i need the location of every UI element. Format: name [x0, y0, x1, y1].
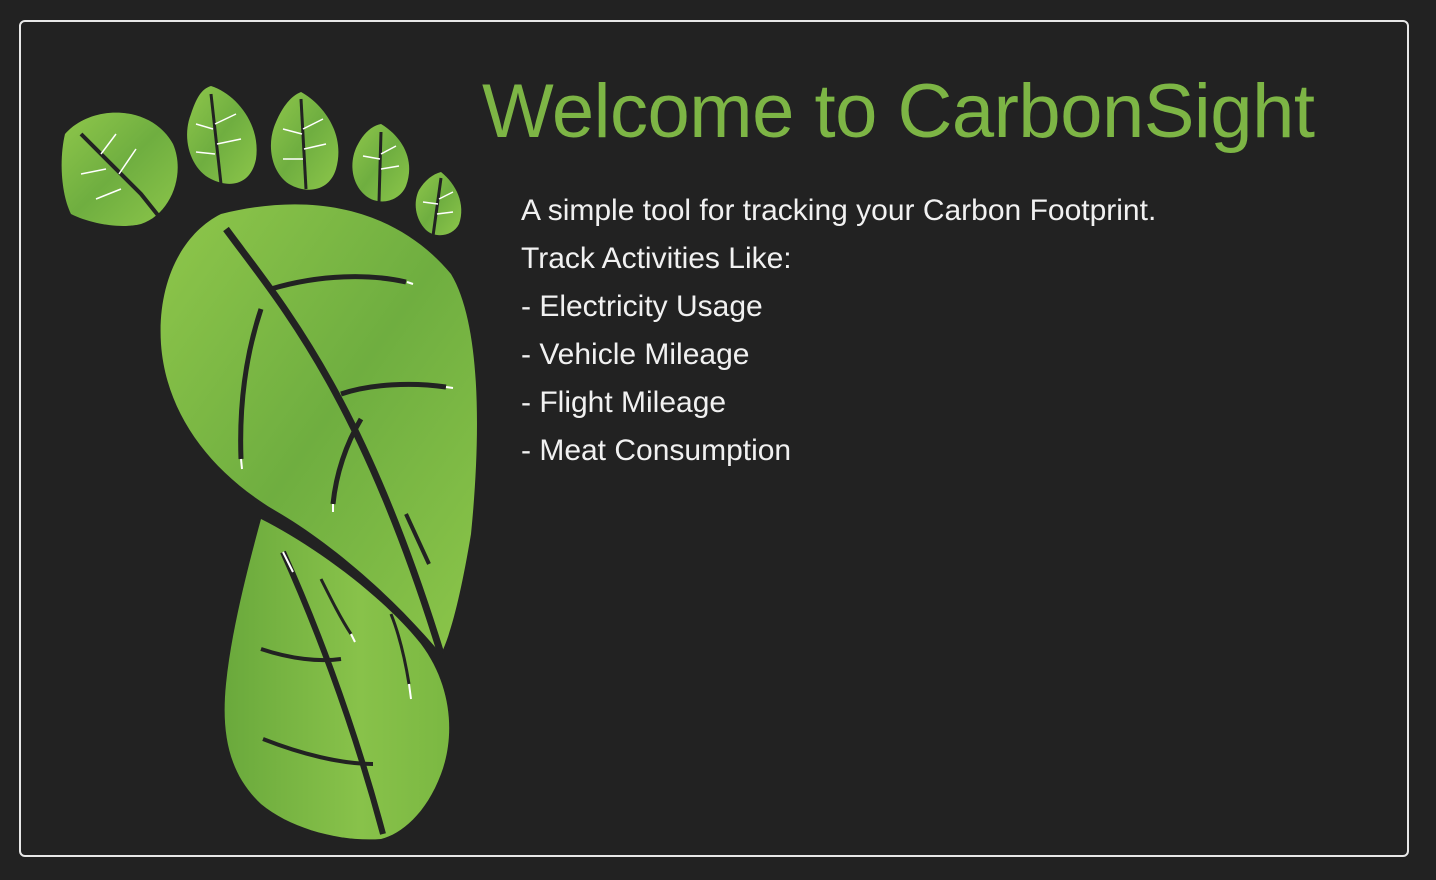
- page-title: Welcome to CarbonSight: [482, 69, 1315, 154]
- activity-item-meat: - Meat Consumption: [521, 434, 792, 467]
- activity-item-electricity: - Electricity Usage: [521, 290, 763, 323]
- intro-text: A simple tool for tracking your Carbon F…: [521, 187, 1156, 475]
- activity-item-flight: - Flight Mileage: [521, 386, 727, 419]
- leaf-footprint-icon: [61, 86, 477, 840]
- tagline: A simple tool for tracking your Carbon F…: [521, 194, 1157, 227]
- welcome-panel: Welcome to CarbonSight A simple tool for…: [19, 20, 1409, 857]
- activity-item-vehicle: - Vehicle Mileage: [521, 338, 750, 371]
- activities-heading: Track Activities Like:: [521, 242, 792, 275]
